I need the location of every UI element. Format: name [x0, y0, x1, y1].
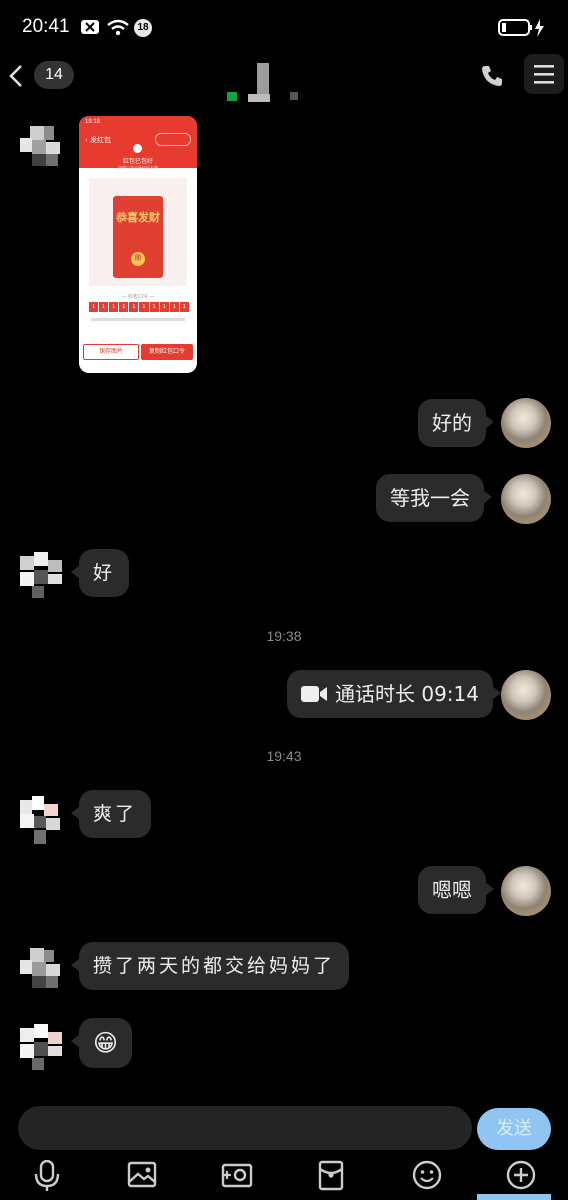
send-button-edge: [477, 1194, 551, 1200]
my-avatar[interactable]: [501, 398, 551, 448]
video-call-icon: [301, 686, 327, 702]
code-char: 1: [129, 302, 139, 312]
code-char: 1: [179, 302, 189, 312]
code-chars: 1 1 1 1 1 1 1 1 1 1: [89, 302, 189, 312]
envelope-open-button: 開: [131, 252, 145, 266]
red-packet-icon[interactable]: [318, 1160, 344, 1192]
red-packet-screenshot-image[interactable]: 19:18 ‹ 发红包 红包已包好 快把口令分享给好友吧 恭喜发财 開 — 红包…: [79, 116, 197, 373]
code-char: 1: [149, 302, 159, 312]
timestamp: 19:43: [266, 748, 302, 764]
app-back-label: ‹ 发红包: [85, 136, 112, 144]
code-char: 1: [139, 302, 149, 312]
wifi-icon: [107, 19, 129, 36]
my-avatar[interactable]: [501, 866, 551, 916]
timestamp: 19:38: [266, 628, 302, 644]
plus-icon[interactable]: [506, 1160, 536, 1190]
phone-icon[interactable]: [480, 64, 504, 88]
emoji-icon[interactable]: [412, 1160, 442, 1190]
emoji-bubble[interactable]: 😁: [70, 1018, 133, 1068]
message-bubble-incoming[interactable]: 爽了: [70, 790, 152, 838]
contact-avatar[interactable]: [18, 550, 68, 600]
app-hint-text: 快把口令分享给好友吧: [118, 165, 158, 170]
message-bubble-incoming[interactable]: 攒了两天的都交给妈妈了: [70, 942, 350, 990]
notification-icon: [81, 20, 99, 34]
image-icon[interactable]: [127, 1160, 157, 1190]
my-avatar[interactable]: [501, 474, 551, 524]
contact-avatar[interactable]: [18, 1022, 68, 1072]
send-button[interactable]: 发送: [477, 1108, 551, 1150]
call-duration-text: 通话时长 09:14: [335, 682, 479, 706]
call-duration-bubble[interactable]: 通话时长 09:14: [287, 670, 501, 718]
app-back-text: 发红包: [90, 136, 112, 144]
contact-name-obscured-part: [290, 92, 298, 100]
contact-name-obscured-part: [248, 94, 270, 102]
back-arrow-icon[interactable]: [6, 63, 26, 89]
code-char: 1: [119, 302, 129, 312]
contact-avatar[interactable]: [18, 944, 68, 994]
mic-icon[interactable]: [33, 1160, 61, 1192]
app-capsule-button: [155, 133, 191, 146]
code-char: 1: [109, 302, 119, 312]
code-char: 1: [99, 302, 109, 312]
my-avatar[interactable]: [501, 670, 551, 720]
unread-count-badge[interactable]: 14: [34, 61, 74, 89]
code-char: 1: [89, 302, 99, 312]
app-status-text: 红包已包好: [122, 158, 153, 165]
battery-icon: [498, 19, 544, 37]
menu-icon: [534, 65, 554, 84]
message-bubble-outgoing[interactable]: 嗯嗯: [418, 866, 494, 914]
save-image-button: 保存图片: [83, 344, 139, 360]
contact-avatar[interactable]: [18, 796, 68, 846]
camera-icon[interactable]: [221, 1160, 253, 1190]
contact-avatar[interactable]: [18, 122, 68, 172]
notification-count-badge: 18: [134, 19, 152, 37]
app-time: 19:18: [85, 119, 101, 125]
envelope-text: 恭喜发财: [116, 211, 160, 224]
menu-button[interactable]: [524, 54, 564, 94]
code-note-line: [91, 318, 185, 321]
code-title: — 红包口令 —: [121, 294, 155, 300]
check-icon: [133, 144, 142, 153]
code-char: 1: [159, 302, 169, 312]
contact-name-obscured-part: [227, 92, 237, 101]
status-time: 20:41: [22, 16, 70, 37]
code-char: 1: [169, 302, 179, 312]
message-input[interactable]: [18, 1106, 472, 1150]
message-bubble-outgoing[interactable]: 等我一会: [376, 474, 492, 522]
message-bubble-incoming[interactable]: 好: [70, 549, 130, 597]
message-bubble-outgoing[interactable]: 好的: [418, 399, 494, 447]
copy-code-button: 复制红包口令: [141, 344, 193, 360]
